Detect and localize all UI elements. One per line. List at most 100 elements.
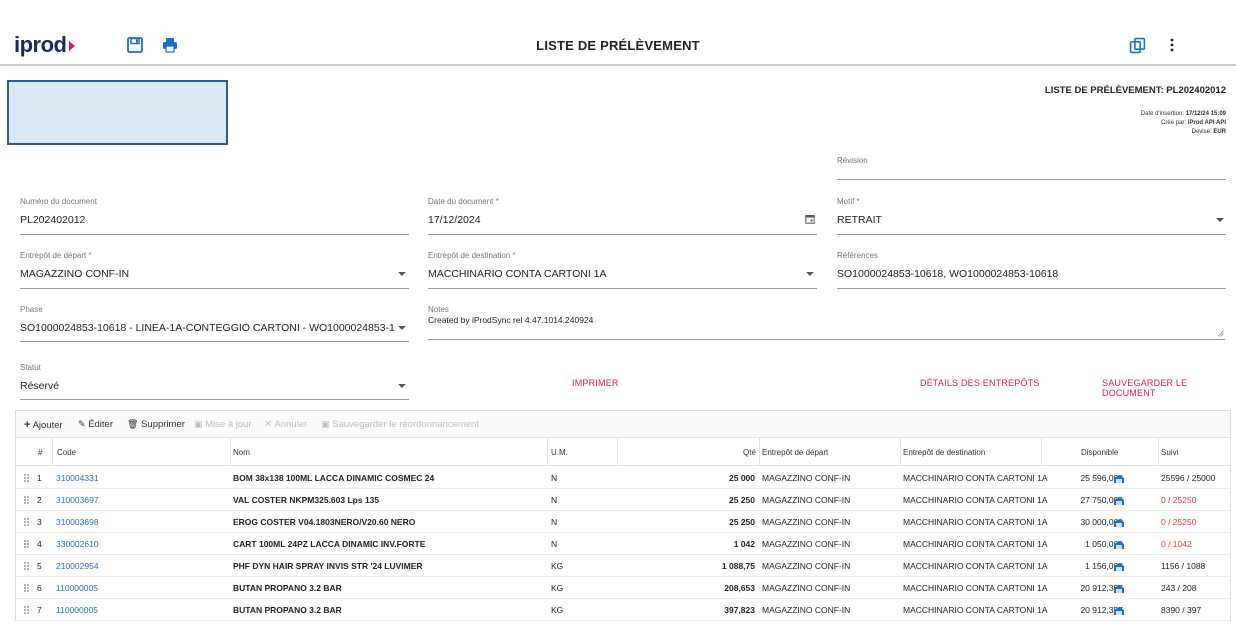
chevron-down-icon [398, 272, 406, 276]
save-document-button[interactable]: SAUVEGARDER LE DOCUMENT [1102, 378, 1236, 398]
warehouse-icon[interactable] [1114, 563, 1124, 571]
document-image-placeholder [7, 80, 228, 145]
page-title: LISTE DE PRÉLÈVEMENT [536, 38, 700, 53]
row-code-link[interactable]: 310004331 [56, 473, 99, 483]
delete-button[interactable]: 🗑 Supprimer [127, 419, 185, 430]
warehouse-icon[interactable] [1114, 475, 1124, 483]
row-warehouse-to: MACCHINARIO CONTA CARTONI 1A [903, 473, 1048, 483]
row-name: PHF DYN HAIR SPRAY INVIS STR '24 LUVIMER [233, 561, 423, 571]
row-name: VAL COSTER NKPM325.603 Lps 135 [233, 495, 380, 505]
row-warehouse-to: MACCHINARIO CONTA CARTONI 1A [903, 583, 1048, 593]
doc-date-label: Date du document * [428, 197, 499, 206]
drag-handle-icon[interactable] [24, 540, 30, 548]
warehouse-icon[interactable] [1114, 585, 1124, 593]
col-divider[interactable] [1041, 438, 1042, 466]
row-um: N [551, 517, 558, 527]
add-button[interactable]: + Ajouter [24, 419, 63, 431]
references-value: SO1000024853-10618, WO1000024853-10618 [837, 268, 1059, 280]
col-um[interactable]: U.M. [551, 448, 568, 457]
row-code-link[interactable]: 110000005 [56, 583, 98, 593]
warehouse-to-select[interactable]: Entrepôt de destination * MACCHINARIO CO… [428, 251, 817, 289]
phase-value: SO1000024853-10618 - LINEA-1A-CONTEGGIO … [20, 322, 395, 334]
col-warehouse-from[interactable]: Entrepôt de départ [762, 448, 828, 457]
col-warehouse-to[interactable]: Entrepôt de destination [903, 448, 985, 457]
warehouse-icon[interactable] [1114, 541, 1124, 549]
status-value: Réservé [20, 380, 60, 392]
update-button[interactable]: ▣ Mise à jour [194, 419, 252, 430]
revision-label: Révision [837, 156, 868, 165]
col-name[interactable]: Nom [233, 448, 250, 457]
row-code-link[interactable]: 310003698 [56, 517, 99, 527]
warehouse-icon[interactable] [1114, 607, 1124, 615]
row-code-link[interactable]: 110000005 [56, 605, 98, 615]
row-index: 2 [37, 495, 42, 505]
row-tracking: 0 / 25250 [1161, 495, 1197, 505]
drag-handle-icon[interactable] [24, 562, 30, 570]
table-row[interactable]: 4 330002610 CART 100ML 24PZ LACCA DINAMIC … [16, 533, 1230, 555]
row-code-link[interactable]: 310003697 [56, 495, 99, 505]
doc-number-field[interactable]: Numéro du document PL202402012 [20, 197, 409, 235]
col-divider[interactable] [759, 438, 760, 466]
notes-value: Created by iProdSync rel 4.47.1014.24092… [428, 315, 594, 325]
col-divider[interactable] [230, 438, 231, 466]
calendar-icon[interactable] [805, 214, 815, 224]
table-row[interactable]: 2 310003697 VAL COSTER NKPM325.603 Lps 135… [16, 489, 1230, 511]
row-name: BUTAN PROPANO 3.2 BAR [233, 605, 342, 615]
drag-handle-icon[interactable] [24, 474, 30, 482]
status-select[interactable]: Statut Réservé [20, 363, 409, 400]
edit-button[interactable]: ✎ Éditer [78, 419, 113, 430]
references-field[interactable]: Références SO1000024853-10618, WO1000024… [837, 251, 1226, 289]
drag-handle-icon[interactable] [24, 496, 30, 504]
row-code-link[interactable]: 210002954 [56, 561, 99, 571]
row-warehouse-from: MAGAZZINO CONF-IN [762, 561, 851, 571]
row-index: 1 [37, 473, 42, 483]
more-vert-icon[interactable] [1167, 37, 1177, 53]
warehouse-icon[interactable] [1114, 497, 1124, 505]
notes-textarea[interactable]: Notes Created by iProdSync rel 4.47.1014… [428, 305, 1225, 340]
doc-date-field[interactable]: Date du document * 17/12/2024 [428, 197, 817, 235]
drag-handle-icon[interactable] [24, 606, 30, 614]
row-tracking: 0 / 25250 [1161, 517, 1197, 527]
cancel-button[interactable]: ✕ Annuler [264, 419, 307, 430]
warehouse-from-select[interactable]: Entrepôt de départ * MAGAZZINO CONF-IN [20, 251, 409, 289]
warehouse-details-button[interactable]: DÉTAILS DES ENTREPÔTS [920, 378, 1040, 388]
print-button[interactable]: IMPRIMER [572, 378, 619, 388]
col-tracking[interactable]: Suivi [1161, 448, 1178, 457]
table-row[interactable]: 3 310003698 EROG COSTER V04.1803NERO/V20.6… [16, 511, 1230, 533]
col-qty[interactable]: Qté [743, 448, 756, 457]
row-code-link[interactable]: 330002610 [56, 539, 99, 549]
warehouse-icon[interactable] [1114, 519, 1124, 527]
col-available[interactable]: Disponible [1081, 448, 1118, 457]
table-row[interactable]: 5 210002954 PHF DYN HAIR SPRAY INVIS STR '… [16, 555, 1230, 577]
row-tracking: 243 / 208 [1161, 583, 1197, 593]
motif-select[interactable]: Motif * RETRAIT [837, 197, 1226, 235]
save-order-button[interactable]: ▣ Sauvegarder le réordonnancement [321, 419, 479, 430]
col-divider[interactable] [900, 438, 901, 466]
table-row[interactable]: 6 110000005 BUTAN PROPANO 3.2 BAR KG MAGAZZI… [16, 577, 1230, 599]
resize-handle-icon[interactable] [1217, 330, 1224, 337]
row-warehouse-from: MAGAZZINO CONF-IN [762, 605, 851, 615]
col-divider[interactable] [617, 438, 618, 466]
phase-select[interactable]: Phase SO1000024853-10618 - LINEA-1A-CONT… [20, 305, 409, 342]
revision-field[interactable]: Révision [837, 156, 1226, 180]
row-index: 7 [37, 605, 42, 615]
row-tracking: 25596 / 25000 [1161, 473, 1216, 483]
table-row[interactable]: 7 110000005 BUTAN PROPANO 3.2 BAR KG MAGAZZI… [16, 599, 1230, 621]
col-divider[interactable] [1158, 438, 1159, 466]
col-index[interactable]: # [38, 448, 42, 457]
row-um: N [551, 539, 558, 549]
col-divider[interactable] [547, 438, 548, 466]
row-warehouse-from: MAGAZZINO CONF-IN [762, 583, 851, 593]
insert-date-line: Date d'insertion: 17/12/24 15:09 [1140, 111, 1226, 117]
drag-handle-icon[interactable] [24, 584, 30, 592]
references-label: Références [837, 251, 878, 260]
table-row[interactable]: 1 310004331 BOM 38x138 100ML LACCA DINAMIC… [16, 467, 1230, 489]
row-qty: 1 042 [733, 539, 755, 549]
drag-handle-icon[interactable] [24, 518, 30, 526]
col-divider[interactable] [52, 438, 53, 466]
row-index: 6 [37, 583, 42, 593]
row-name: BUTAN PROPANO 3.2 BAR [233, 583, 342, 593]
row-qty: 25 250 [729, 495, 755, 505]
col-code[interactable]: Code [57, 448, 76, 457]
copy-icon[interactable] [1129, 37, 1146, 54]
